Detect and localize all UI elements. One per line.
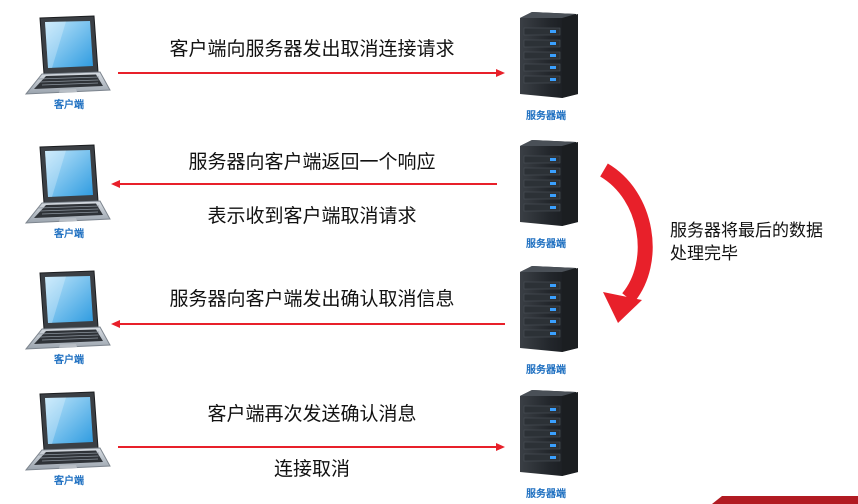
client-label-1: 客户端 xyxy=(54,100,84,111)
client-label-4: 客户端 xyxy=(54,476,84,487)
message-arrow-1 xyxy=(118,69,505,77)
message-arrow-2 xyxy=(111,180,497,188)
client-laptop-icon-3 xyxy=(24,270,111,350)
server-rack-icon-1 xyxy=(520,12,578,98)
message-text-4-1: 客户端再次发送确认消息 xyxy=(207,403,417,425)
server-rack-icon-3 xyxy=(520,266,578,352)
message-text-4-2: 连接取消 xyxy=(273,458,351,480)
client-label-3: 客户端 xyxy=(54,355,84,366)
client-label-2: 客户端 xyxy=(54,229,84,240)
server-rack-icon-4 xyxy=(520,390,578,476)
message-text-1-1: 客户端向服务器发出取消连接请求 xyxy=(169,38,455,60)
note-line-1: 服务器将最后的数据 xyxy=(670,221,823,241)
server-label-4: 服务器端 xyxy=(526,489,566,500)
server-processing-note: 服务器将最后的数据 处理完毕 xyxy=(670,220,823,266)
client-laptop-icon-4 xyxy=(24,391,111,471)
server-label-1: 服务器端 xyxy=(526,111,566,122)
message-text-2-2: 表示收到客户端取消请求 xyxy=(207,205,417,227)
client-laptop-icon-1 xyxy=(24,15,111,95)
server-rack-icon-2 xyxy=(520,140,578,226)
message-text-3-1: 服务器向客户端发出确认取消信息 xyxy=(169,288,455,310)
message-text-2-1: 服务器向客户端返回一个响应 xyxy=(188,151,436,173)
processing-curve-arrow xyxy=(599,163,653,323)
message-arrow-4 xyxy=(118,443,505,451)
server-label-3: 服务器端 xyxy=(526,365,566,376)
server-label-2: 服务器端 xyxy=(526,239,566,250)
corner-strip xyxy=(712,496,858,504)
client-laptop-icon-2 xyxy=(24,144,111,224)
note-line-2: 处理完毕 xyxy=(670,244,738,264)
message-arrow-3 xyxy=(111,320,505,328)
